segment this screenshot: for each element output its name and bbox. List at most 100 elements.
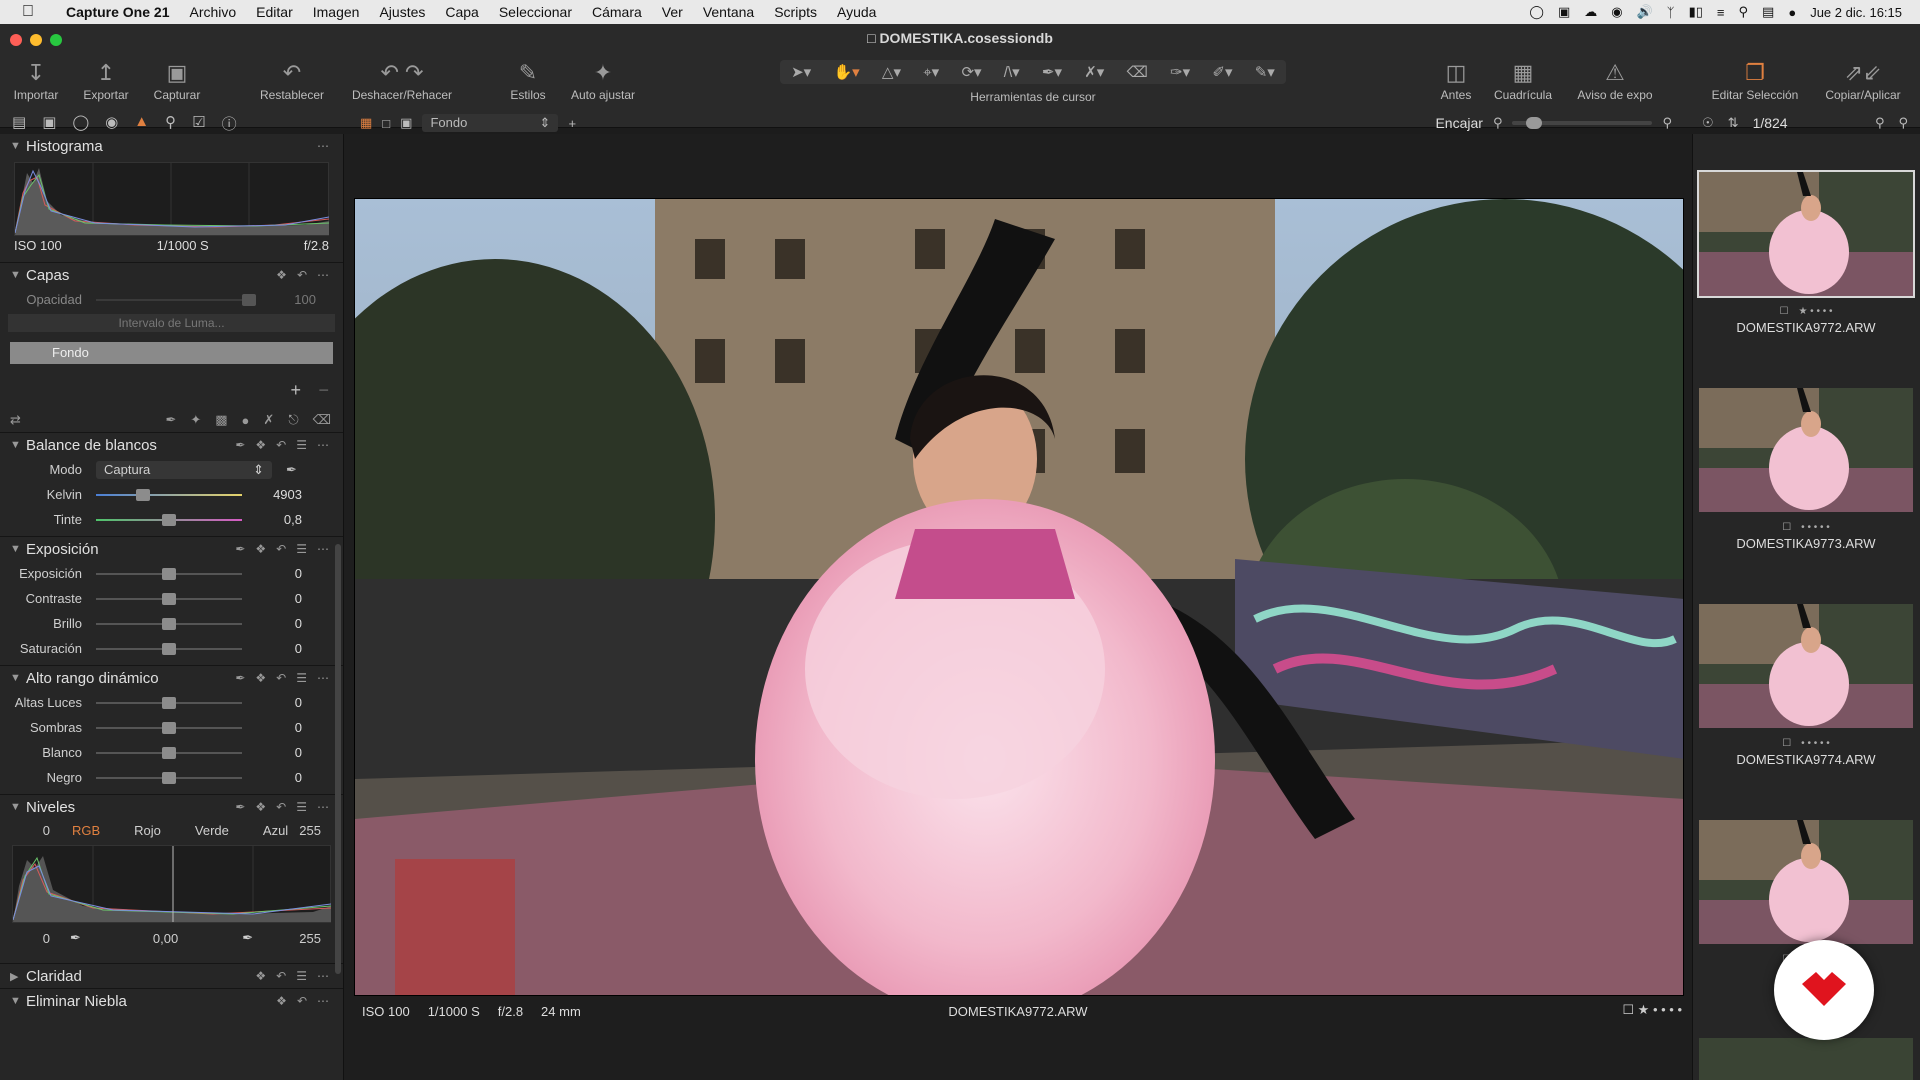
- white-slider-knob[interactable]: [162, 746, 176, 759]
- clone-icon[interactable]: ⎋: [288, 412, 298, 428]
- import-button[interactable]: ↧ Importar: [8, 58, 64, 102]
- exposure-slider-knob[interactable]: [162, 567, 176, 580]
- erase-mask-icon[interactable]: ⌫: [313, 412, 343, 428]
- shadows-value[interactable]: 0: [242, 720, 302, 735]
- thumbnail-image[interactable]: [1697, 818, 1915, 946]
- histogram-header[interactable]: ▼ Histograma ⋯: [0, 134, 343, 158]
- levels-tab-rgb[interactable]: RGB: [72, 823, 100, 838]
- heal-icon[interactable]: ✗: [263, 412, 274, 428]
- brightness-slider[interactable]: [96, 617, 242, 630]
- color-tag-checkbox[interactable]: ☐: [1782, 522, 1791, 533]
- picker-icon[interactable]: ✒: [235, 800, 245, 814]
- levels-tab-blue[interactable]: Azul: [263, 823, 288, 838]
- menu-imagen[interactable]: Imagen: [303, 4, 370, 20]
- clarity-header[interactable]: ▶ Claridad ❖ ↶ ☰ ⋯: [0, 964, 343, 988]
- black-slider[interactable]: [96, 771, 242, 784]
- tint-slider-knob[interactable]: [162, 513, 176, 526]
- before-button[interactable]: ◫ Antes: [1436, 58, 1476, 102]
- eye-icon[interactable]: ☉: [1702, 115, 1714, 131]
- levels-tab-green[interactable]: Verde: [195, 823, 229, 838]
- thumbnail-image[interactable]: [1697, 386, 1915, 514]
- picker-icon[interactable]: ✒: [235, 671, 245, 685]
- thumbnail-item[interactable]: ☐ • • • • • DOMESTIKA9773.ARW: [1697, 386, 1915, 551]
- color-tag-checkbox[interactable]: ☐: [1622, 1002, 1634, 1017]
- opacity-slider-knob[interactable]: [242, 293, 256, 306]
- fit-label[interactable]: Encajar: [1435, 115, 1482, 131]
- crop-icon[interactable]: ⌖▾: [923, 63, 939, 81]
- menu-capa[interactable]: Capa: [435, 4, 488, 20]
- capture-tab-icon[interactable]: ▣: [42, 113, 56, 134]
- white-slider[interactable]: [96, 746, 242, 759]
- zoom-out-icon[interactable]: ⚲: [1493, 115, 1503, 131]
- more-icon[interactable]: ⋯: [317, 438, 329, 452]
- thumbnail-item[interactable]: ☐ ★ • • • • DOMESTIKA9772.ARW: [1697, 170, 1915, 335]
- brightness-slider-knob[interactable]: [162, 617, 176, 630]
- saturation-value[interactable]: 0: [242, 641, 302, 656]
- reset-icon[interactable]: ↶: [276, 438, 286, 452]
- levels-input-low[interactable]: 0: [10, 823, 50, 838]
- highlights-slider[interactable]: [96, 696, 242, 709]
- wifi-icon[interactable]: ≡: [1717, 5, 1725, 20]
- more-icon[interactable]: ⋯: [317, 268, 329, 282]
- draw-mask-icon[interactable]: ✑▾: [1170, 63, 1190, 81]
- main-photo[interactable]: [354, 198, 1684, 996]
- add-layer-plus-icon[interactable]: +: [290, 380, 301, 401]
- menu-archivo[interactable]: Archivo: [179, 4, 246, 20]
- cloud-sync-icon[interactable]: ☁: [1584, 4, 1597, 20]
- black-slider-knob[interactable]: [162, 771, 176, 784]
- color-tab-icon[interactable]: ◉: [105, 113, 118, 134]
- picker-icon[interactable]: ✒▾: [1042, 63, 1062, 81]
- layers-header[interactable]: ▼ Capas ❖ ↶ ⋯: [0, 263, 343, 287]
- search-icon[interactable]: ⚲: [1875, 115, 1885, 131]
- list-icon[interactable]: ☰: [296, 671, 307, 685]
- zoom-in-icon[interactable]: ⚲: [1662, 115, 1692, 131]
- reset-icon[interactable]: ↶: [276, 671, 286, 685]
- wb-picker-icon[interactable]: ✒: [286, 462, 297, 478]
- menu-ayuda[interactable]: Ayuda: [827, 4, 886, 20]
- levels-midpoint[interactable]: 0,00: [153, 931, 178, 946]
- levels-output-high[interactable]: 255: [299, 931, 333, 946]
- control-center-icon[interactable]: ▤: [1762, 4, 1774, 20]
- layer-select[interactable]: Fondo ⇕: [422, 114, 559, 132]
- volume-icon[interactable]: 🔊: [1637, 4, 1653, 20]
- clock[interactable]: Jue 2 dic. 16:15: [1810, 5, 1902, 20]
- annotate-icon[interactable]: ✎▾: [1255, 63, 1275, 81]
- creative-cloud-icon[interactable]: ◯: [1529, 4, 1544, 20]
- keystone-icon[interactable]: /\▾: [1004, 63, 1020, 81]
- auto-adjust-button[interactable]: ✦ Auto ajustar: [566, 58, 640, 102]
- white-balance-header[interactable]: ▼ Balance de blancos ✒ ❖ ↶ ☰ ⋯: [0, 433, 343, 457]
- kelvin-slider-knob[interactable]: [135, 488, 150, 501]
- thumbnail-rating[interactable]: • • • • •: [1801, 522, 1830, 533]
- reset-button[interactable]: ↶ Restablecer: [254, 58, 330, 102]
- menu-ajustes[interactable]: Ajustes: [369, 4, 435, 20]
- shadows-slider[interactable]: [96, 721, 242, 734]
- thumbnail-image[interactable]: [1697, 170, 1915, 298]
- color-tag-checkbox[interactable]: ☐: [1779, 306, 1788, 317]
- undo-redo-button[interactable]: ↶ ↷ Deshacer/Rehacer: [346, 58, 458, 102]
- copy-apply-button[interactable]: ⇗⇙ Copiar/Aplicar: [1818, 58, 1908, 102]
- white-value[interactable]: 0: [242, 745, 302, 760]
- menu-seleccionar[interactable]: Seleccionar: [489, 4, 582, 20]
- menu-ventana[interactable]: Ventana: [693, 4, 764, 20]
- star-icon[interactable]: ★: [1638, 1002, 1650, 1017]
- wb-mode-select[interactable]: Captura ⇕: [96, 460, 272, 479]
- highlights-value[interactable]: 0: [242, 695, 302, 710]
- list-icon[interactable]: ☰: [296, 800, 307, 814]
- more-icon[interactable]: ⋯: [317, 969, 329, 983]
- reset-icon[interactable]: ↶: [297, 268, 307, 282]
- sort-icon[interactable]: ⇅: [1728, 115, 1739, 131]
- more-icon[interactable]: ⋯: [317, 542, 329, 556]
- levels-header[interactable]: ▼ Niveles ✒ ❖ ↶ ☰ ⋯: [0, 795, 343, 819]
- exposure-tab-icon[interactable]: ▲: [134, 113, 149, 134]
- grid-button[interactable]: ▦ Cuadrícula: [1488, 58, 1558, 102]
- levels-input-high[interactable]: 255: [299, 823, 333, 838]
- exposure-header[interactable]: ▼ Exposición ✒ ❖ ↶ ☰ ⋯: [0, 537, 343, 561]
- spotlight-icon[interactable]: ⚲: [1739, 4, 1749, 20]
- shadows-slider-knob[interactable]: [162, 721, 176, 734]
- select-cursor-icon[interactable]: ➤▾: [791, 63, 811, 81]
- black-point-picker-icon[interactable]: ✒: [70, 930, 81, 946]
- proof-view-icon[interactable]: ▣: [400, 115, 412, 131]
- reset-icon[interactable]: ↶: [276, 969, 286, 983]
- add-layer-icon[interactable]: +: [568, 116, 576, 131]
- pin-icon[interactable]: ❖: [255, 438, 266, 452]
